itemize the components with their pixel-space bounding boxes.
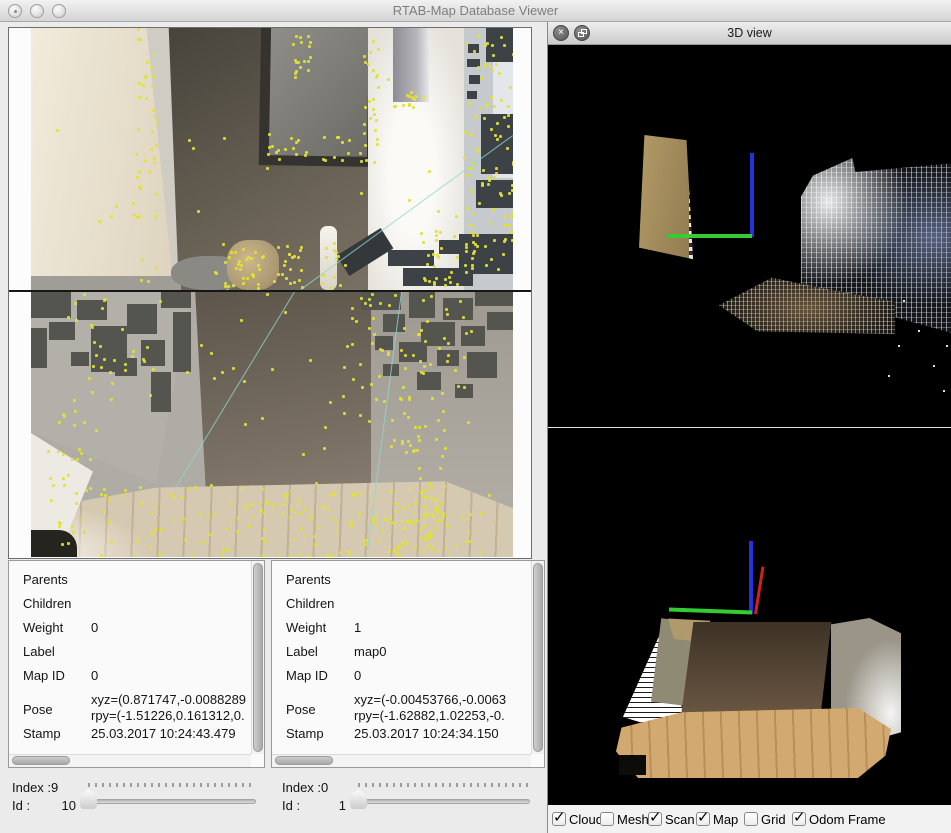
id-label: Id : xyxy=(12,797,30,815)
horizontal-scrollbar[interactable] xyxy=(272,754,531,767)
scrollbar-thumb[interactable] xyxy=(253,563,263,752)
id-value: 1 xyxy=(339,797,346,815)
checkbox-grid[interactable]: Grid xyxy=(744,812,792,827)
checkbox-cloud[interactable]: Cloud xyxy=(552,812,600,827)
slider-ticks xyxy=(358,783,530,787)
field-value: xyz=(-0.00453766,-0.0063 rpy=(-1.62882,1… xyxy=(354,692,506,724)
axis-y-green xyxy=(668,234,752,238)
field-value: 0 xyxy=(91,668,98,684)
field-label: Weight xyxy=(286,620,354,635)
field-label: Children xyxy=(23,596,91,611)
id-value: 10 xyxy=(62,797,76,815)
room-stairs-mesh xyxy=(681,622,836,716)
field-label: Label xyxy=(286,644,354,659)
index-value: 9 xyxy=(51,780,58,795)
feature-points-bottom xyxy=(31,292,513,557)
field-label: Map ID xyxy=(286,668,354,683)
window-titlebar: RTAB-Map Database Viewer xyxy=(0,0,951,22)
3d-viewport-top[interactable] xyxy=(548,45,951,427)
slider-groove[interactable] xyxy=(350,799,530,804)
node-b-slider-labels: Index :0 Id : 1 xyxy=(282,779,346,815)
window-title: RTAB-Map Database Viewer xyxy=(0,3,951,18)
app-window: RTAB-Map Database Viewer xyxy=(0,0,951,833)
3d-view-options-row: Cloud Mesh Scan Map Grid Odom Frame xyxy=(548,805,951,833)
field-label: Pose xyxy=(23,702,91,717)
axis-z-blue xyxy=(749,541,753,614)
dock-panel-3d-view: × 3D view Cloud Mesh xyxy=(547,22,951,833)
panel-title: 3D view xyxy=(548,26,951,40)
axis-x-red xyxy=(754,566,764,614)
field-label: Weight xyxy=(23,620,91,635)
field-value: xyz=(0.871747,-0.0088289 rpy=(-1.51226,0… xyxy=(91,692,246,724)
field-label: Stamp xyxy=(23,726,91,741)
node-b-id-slider[interactable] xyxy=(348,777,532,817)
checkbox-label: Scan xyxy=(665,812,695,827)
checkbox-box[interactable] xyxy=(648,812,662,826)
slider-groove[interactable] xyxy=(80,799,256,804)
feature-points-top xyxy=(31,28,513,290)
field-value: 25.03.2017 10:24:34.150 xyxy=(354,726,499,742)
node-a-slider-labels: Index :9 Id : 10 xyxy=(12,779,76,815)
field-label: Map ID xyxy=(23,668,91,683)
node-info-panel-b: Parents Children Weight1 Labelmap0 Map I… xyxy=(271,560,545,768)
3d-viewport-bottom[interactable] xyxy=(548,428,951,805)
node-info-rows-a: Parents Children Weight0 Label Map ID0 P… xyxy=(9,561,250,753)
field-label: Pose xyxy=(286,702,354,717)
node-info-rows-b: Parents Children Weight1 Labelmap0 Map I… xyxy=(272,561,530,753)
index-label: Index : xyxy=(12,780,51,795)
horizontal-scrollbar[interactable] xyxy=(9,754,251,767)
checkbox-mesh[interactable]: Mesh xyxy=(600,812,648,827)
checkbox-scan[interactable]: Scan xyxy=(648,812,696,827)
slider-thumb[interactable] xyxy=(350,789,367,809)
slider-ticks xyxy=(88,783,256,787)
scrollbar-thumb[interactable] xyxy=(12,756,70,765)
room-dark-spot xyxy=(619,755,646,775)
checkbox-label: Cloud xyxy=(569,812,600,827)
checkbox-label: Grid xyxy=(761,812,786,827)
field-label: Label xyxy=(23,644,91,659)
checkbox-label: Mesh xyxy=(617,812,648,827)
field-value: 1 xyxy=(354,620,361,636)
field-label: Children xyxy=(286,596,354,611)
scrollbar-thumb[interactable] xyxy=(533,563,543,752)
checkbox-box[interactable] xyxy=(696,812,710,826)
camera-image-bottom xyxy=(31,292,513,557)
node-a-slider-group: Index :9 Id : 10 xyxy=(12,777,258,821)
camera-image-top xyxy=(31,28,513,290)
checkbox-map[interactable]: Map xyxy=(696,812,744,827)
vertical-scrollbar[interactable] xyxy=(251,561,264,754)
index-value: 0 xyxy=(321,780,328,795)
checkbox-box[interactable] xyxy=(744,812,758,826)
index-label: Index : xyxy=(282,780,321,795)
node-info-panel-a: Parents Children Weight0 Label Map ID0 P… xyxy=(8,560,265,768)
checkbox-label: Odom Frame xyxy=(809,812,886,827)
field-value: 0 xyxy=(91,620,98,636)
axis-z-blue xyxy=(750,153,754,237)
checkbox-box[interactable] xyxy=(792,812,806,826)
field-label: Parents xyxy=(23,572,91,587)
image-comparison-panel xyxy=(8,27,532,559)
field-label: Stamp xyxy=(286,726,354,741)
id-label: Id : xyxy=(282,797,300,815)
slider-thumb[interactable] xyxy=(80,789,97,809)
field-value: 25.03.2017 10:24:43.479 xyxy=(91,726,236,742)
checkbox-odom-frame[interactable]: Odom Frame xyxy=(792,812,886,827)
point-cloud-wall-tan xyxy=(639,135,693,263)
axis-y-green xyxy=(669,608,752,615)
room-floor-mesh xyxy=(616,708,891,778)
scrollbar-thumb[interactable] xyxy=(275,756,333,765)
node-b-slider-group: Index :0 Id : 1 xyxy=(282,777,532,821)
field-value: 0 xyxy=(354,668,361,684)
vertical-scrollbar[interactable] xyxy=(531,561,544,754)
node-a-id-slider[interactable] xyxy=(78,777,258,817)
checkbox-label: Map xyxy=(713,812,738,827)
field-value: map0 xyxy=(354,644,387,660)
3d-view-titlebar[interactable]: × 3D view xyxy=(548,22,951,45)
checkbox-box[interactable] xyxy=(552,812,566,826)
viewport-divider[interactable] xyxy=(548,427,951,428)
checkbox-box[interactable] xyxy=(600,812,614,826)
field-label: Parents xyxy=(286,572,354,587)
